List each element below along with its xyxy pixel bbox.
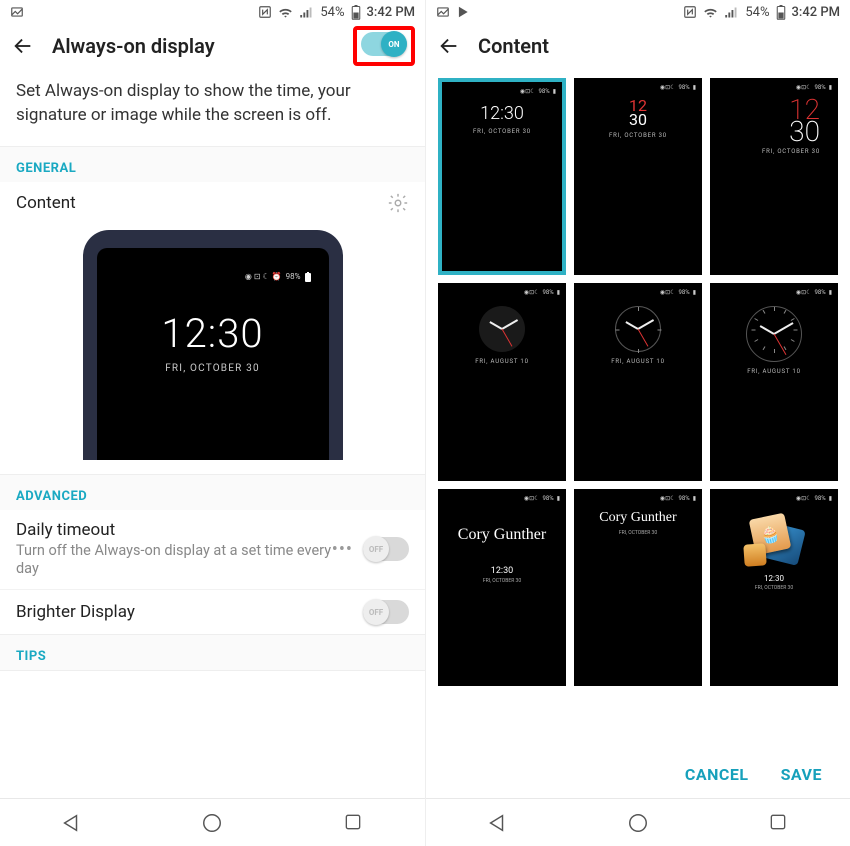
toggle-on-label: ON bbox=[381, 31, 407, 57]
style-analog-1[interactable]: ◉⊡☾98%▮ FRI, AUGUST 10 bbox=[438, 283, 566, 480]
toggle-off-label: OFF bbox=[363, 536, 389, 562]
nav-recents-icon[interactable] bbox=[343, 812, 365, 834]
back-button[interactable] bbox=[12, 35, 34, 57]
analog-clock-icon bbox=[615, 306, 661, 352]
settings-screen: 54% 3:42 PM Always-on display ON Set Alw… bbox=[0, 0, 425, 846]
nfc-icon bbox=[258, 5, 272, 19]
style-analog-2[interactable]: ◉⊡☾98%▮ FRI, AUGUST 10 bbox=[574, 283, 702, 480]
brighter-toggle[interactable]: OFF bbox=[363, 600, 409, 624]
style-signature-1[interactable]: ◉⊡☾98%▮ Cory Gunther 12:30 FRI, OCTOBER … bbox=[438, 489, 566, 686]
preview-date: FRI, OCTOBER 30 bbox=[97, 363, 329, 374]
preview-battery: 98% bbox=[286, 272, 301, 281]
style-grid: ◉⊡☾98%▮ 12:30 FRI, OCTOBER 30 ◉⊡☾98%▮ 12… bbox=[438, 78, 838, 686]
picture-icon bbox=[10, 5, 24, 19]
signature-text: Cory Gunther bbox=[599, 510, 676, 526]
style-digital-1[interactable]: ◉⊡☾98%▮ 12:30 FRI, OCTOBER 30 bbox=[438, 78, 566, 275]
status-bar: 54% 3:42 PM bbox=[426, 0, 850, 24]
nav-recents-icon[interactable] bbox=[768, 812, 790, 834]
wifi-icon bbox=[278, 5, 293, 20]
nav-back-icon[interactable] bbox=[60, 812, 82, 834]
daily-timeout-toggle[interactable]: OFF bbox=[363, 537, 409, 561]
content-preview: ◉ ⊡ ☾ ⏰ 98% 12:30 FRI, OCTOBER 30 bbox=[0, 224, 425, 474]
nav-home-icon[interactable] bbox=[201, 812, 223, 834]
more-icon[interactable]: ••• bbox=[332, 539, 353, 560]
page-title: Always-on display bbox=[52, 34, 215, 58]
battery-text: 54% bbox=[745, 5, 769, 20]
brighter-display-row[interactable]: Brighter Display OFF bbox=[0, 589, 425, 634]
action-bar: CANCEL SAVE bbox=[426, 751, 850, 798]
style-image[interactable]: ◉⊡☾98%▮ 🧁 12:30 FRI, OCTOBER 30 bbox=[710, 489, 838, 686]
status-time: 3:42 PM bbox=[792, 5, 841, 20]
page-title: Content bbox=[478, 34, 549, 58]
analog-clock-icon bbox=[746, 306, 802, 362]
style-digital-2[interactable]: ◉⊡☾98%▮ 12 30 FRI, OCTOBER 30 bbox=[574, 78, 702, 275]
signature-text: Cory Gunther bbox=[458, 526, 546, 544]
nfc-icon bbox=[683, 5, 697, 19]
header: Content bbox=[426, 24, 850, 68]
header: Always-on display ON bbox=[0, 24, 425, 68]
content-row[interactable]: Content bbox=[0, 182, 425, 224]
signal-icon bbox=[724, 5, 739, 20]
nav-bar bbox=[426, 798, 850, 846]
status-time: 3:42 PM bbox=[367, 5, 416, 20]
style-analog-3[interactable]: ◉⊡☾98%▮ FRI, AUGUST 10 bbox=[710, 283, 838, 480]
wifi-icon bbox=[703, 5, 718, 20]
picture-icon bbox=[436, 5, 450, 19]
style-digital-3[interactable]: ◉⊡☾98%▮ 12 30 FRI, OCTOBER 30 bbox=[710, 78, 838, 275]
style-signature-2[interactable]: ◉⊡☾98%▮ Cory Gunther FRI, OCTOBER 30 bbox=[574, 489, 702, 686]
battery-icon bbox=[351, 5, 361, 20]
preview-time: 12:30 bbox=[97, 310, 329, 357]
aod-master-toggle[interactable]: ON bbox=[361, 32, 407, 56]
status-bar: 54% 3:42 PM bbox=[0, 0, 425, 24]
analog-clock-icon bbox=[479, 306, 525, 352]
gear-icon[interactable] bbox=[387, 192, 409, 214]
nav-back-icon[interactable] bbox=[486, 812, 508, 834]
cancel-button[interactable]: CANCEL bbox=[685, 765, 749, 784]
section-general: GENERAL bbox=[0, 146, 425, 182]
photo-stack-icon: 🧁 bbox=[744, 516, 804, 566]
content-row-label: Content bbox=[16, 193, 387, 213]
nav-bar bbox=[0, 798, 425, 846]
description-text: Set Always-on display to show the time, … bbox=[0, 68, 425, 146]
battery-icon bbox=[776, 5, 786, 20]
save-button[interactable]: SAVE bbox=[781, 765, 822, 784]
daily-timeout-row[interactable]: Daily timeout Turn off the Always-on dis… bbox=[0, 510, 425, 590]
battery-text: 54% bbox=[320, 5, 344, 20]
back-button[interactable] bbox=[438, 35, 460, 57]
brighter-title: Brighter Display bbox=[16, 602, 363, 622]
aod-master-toggle-highlight: ON bbox=[353, 26, 415, 66]
signal-icon bbox=[299, 5, 314, 20]
section-tips: TIPS bbox=[0, 634, 425, 671]
play-icon bbox=[456, 5, 470, 19]
daily-timeout-title: Daily timeout bbox=[16, 520, 332, 540]
nav-home-icon[interactable] bbox=[627, 812, 649, 834]
section-advanced: ADVANCED bbox=[0, 474, 425, 510]
content-picker-screen: 54% 3:42 PM Content ◉⊡☾98%▮ 12:30 FRI, O… bbox=[425, 0, 850, 846]
daily-timeout-sub: Turn off the Always-on display at a set … bbox=[16, 542, 332, 580]
